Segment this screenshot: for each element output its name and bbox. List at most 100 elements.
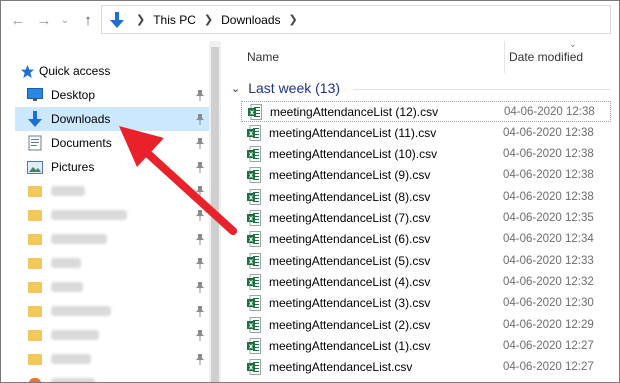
nav-item-documents[interactable]: Documents: [15, 131, 209, 155]
folder-icon: [27, 255, 43, 271]
nav-item-folder-blurred[interactable]: [15, 203, 209, 227]
folder-icon: [27, 207, 43, 223]
pin-icon[interactable]: [195, 209, 205, 221]
breadcrumb-separator-icon[interactable]: ❯: [289, 13, 298, 26]
nav-item-pictures[interactable]: Pictures: [15, 155, 209, 179]
svg-text:x: x: [249, 364, 254, 372]
file-row[interactable]: x meetingAttendanceList (8).csv 04-06-2020…: [241, 186, 611, 207]
star-icon: [19, 63, 35, 79]
pin-icon[interactable]: [195, 257, 205, 269]
pin-icon[interactable]: [195, 161, 205, 173]
address-bar[interactable]: ❯ This PC ❯ Downloads ❯: [101, 5, 611, 34]
file-row[interactable]: x meetingAttendanceList (11).csv 04-06-202…: [241, 122, 611, 143]
file-name: meetingAttendanceList (8).csv: [269, 189, 431, 204]
navigation-scrollbar[interactable]: [209, 41, 221, 382]
file-row[interactable]: x meetingAttendanceList (7).csv 04-06-2020…: [241, 208, 611, 229]
pin-icon[interactable]: [195, 305, 205, 317]
svg-text:x: x: [249, 300, 254, 308]
file-date-modified: 04-06-2020 12:27: [503, 361, 594, 374]
pictures-icon: [27, 159, 43, 175]
pin-icon[interactable]: [195, 137, 205, 149]
pin-icon[interactable]: [195, 113, 205, 125]
group-header[interactable]: ⌄ Last week (13): [231, 79, 340, 97]
excel-csv-icon: x: [247, 359, 261, 376]
folder-icon: [27, 327, 43, 343]
svg-text:x: x: [249, 321, 254, 329]
svg-text:x: x: [249, 215, 254, 223]
file-row[interactable]: x meetingAttendanceList (3).csv 04-06-2020…: [241, 293, 611, 314]
excel-csv-icon: x: [247, 316, 261, 333]
file-date-modified: 04-06-2020 12:38: [504, 105, 595, 118]
file-name: meetingAttendanceList (5).csv: [269, 253, 431, 268]
desktop-icon: [27, 87, 43, 103]
file-explorer-window: ← → ⌄ ↑ ❯ This PC ❯ Downloads ❯ Quick ac…: [0, 0, 620, 383]
file-row[interactable]: x meetingAttendanceList.csv 04-06-2020 12:…: [241, 357, 611, 378]
excel-csv-icon: x: [247, 210, 261, 226]
blurred-label: [51, 234, 107, 244]
svg-text:x: x: [249, 257, 254, 265]
breadcrumb-separator-icon[interactable]: ❯: [204, 13, 213, 26]
file-row[interactable]: x meetingAttendanceList (9).csv 04-06-2020…: [241, 165, 611, 186]
excel-csv-icon: x: [247, 252, 261, 269]
file-name: meetingAttendanceList (3).csv: [269, 296, 431, 311]
file-name: meetingAttendanceList (6).csv: [269, 232, 431, 247]
file-name: meetingAttendanceList (10).csv: [269, 147, 438, 162]
nav-item-folder-blurred[interactable]: [15, 275, 209, 299]
column-header-name[interactable]: Name: [247, 50, 279, 64]
nav-item-folder-blurred[interactable]: [15, 227, 209, 251]
svg-text:x: x: [249, 193, 254, 201]
back-icon[interactable]: ←: [9, 11, 27, 29]
nav-item-folder-blurred[interactable]: [15, 347, 209, 371]
file-date-modified: 04-06-2020 12:38: [503, 126, 594, 139]
svg-text:x: x: [250, 108, 255, 116]
file-row[interactable]: x meetingAttendanceList (5).csv 04-06-2020…: [241, 250, 611, 271]
file-row[interactable]: x meetingAttendanceList (10).csv 04-06-202…: [241, 144, 611, 165]
file-row[interactable]: x meetingAttendanceList (4).csv 04-06-2020…: [241, 271, 611, 292]
forward-icon[interactable]: →: [35, 11, 53, 29]
nav-item-blurred-app[interactable]: [15, 371, 209, 382]
scrollbar-thumb[interactable]: [211, 47, 219, 382]
nav-item-folder-blurred[interactable]: [15, 179, 209, 203]
column-header-date-modified[interactable]: Date modified: [509, 50, 583, 64]
file-date-modified: 04-06-2020 12:32: [503, 275, 594, 288]
nav-item-folder-blurred[interactable]: [15, 299, 209, 323]
blurred-label: [51, 378, 95, 382]
group-divider: [353, 89, 611, 90]
excel-csv-icon: x: [247, 231, 261, 248]
folder-icon: [27, 279, 43, 295]
excel-csv-icon: x: [247, 337, 261, 354]
breadcrumb-downloads[interactable]: Downloads: [221, 13, 280, 27]
nav-item-folder-blurred[interactable]: [15, 251, 209, 275]
nav-item-folder-blurred[interactable]: [15, 323, 209, 347]
up-icon[interactable]: ↑: [79, 11, 97, 29]
file-date-modified: 04-06-2020 12:30: [503, 297, 594, 310]
recent-locations-chevron-icon[interactable]: ⌄: [59, 11, 71, 29]
group-label: Last week (13): [248, 80, 341, 96]
pin-icon[interactable]: [195, 329, 205, 341]
nav-item-label: Downloads: [51, 112, 111, 126]
excel-csv-icon: x: [247, 146, 261, 163]
column-headers: Name ⌄ Date modified: [223, 39, 619, 73]
pin-icon[interactable]: [195, 89, 205, 101]
excel-csv-icon: x: [247, 295, 261, 312]
breadcrumb-separator-icon[interactable]: ❯: [136, 13, 145, 26]
pin-icon[interactable]: [195, 353, 205, 365]
quick-access-label: Quick access: [39, 64, 111, 78]
pin-icon[interactable]: [195, 185, 205, 197]
column-divider[interactable]: [504, 41, 505, 73]
breadcrumb-this-pc[interactable]: This PC: [153, 13, 196, 27]
file-row[interactable]: x meetingAttendanceList (6).csv 04-06-2020…: [241, 229, 611, 250]
file-row[interactable]: x meetingAttendanceList (2).csv 04-06-2020…: [241, 314, 611, 335]
file-name: meetingAttendanceList (2).csv: [269, 317, 431, 332]
nav-item-desktop[interactable]: Desktop: [15, 83, 209, 107]
excel-csv-icon: x: [247, 167, 261, 184]
collapse-chevron-icon[interactable]: ⌄: [231, 82, 240, 95]
quick-access[interactable]: Quick access: [7, 59, 201, 83]
nav-item-downloads[interactable]: Downloads: [15, 107, 209, 131]
pin-icon[interactable]: [195, 233, 205, 245]
pin-icon[interactable]: [195, 281, 205, 293]
file-date-modified: 04-06-2020 12:34: [503, 233, 594, 246]
excel-csv-icon: x: [247, 124, 261, 141]
file-row[interactable]: x meetingAttendanceList (12).csv 04-06-202…: [241, 101, 611, 122]
file-row[interactable]: x meetingAttendanceList (1).csv 04-06-2020…: [241, 335, 611, 356]
